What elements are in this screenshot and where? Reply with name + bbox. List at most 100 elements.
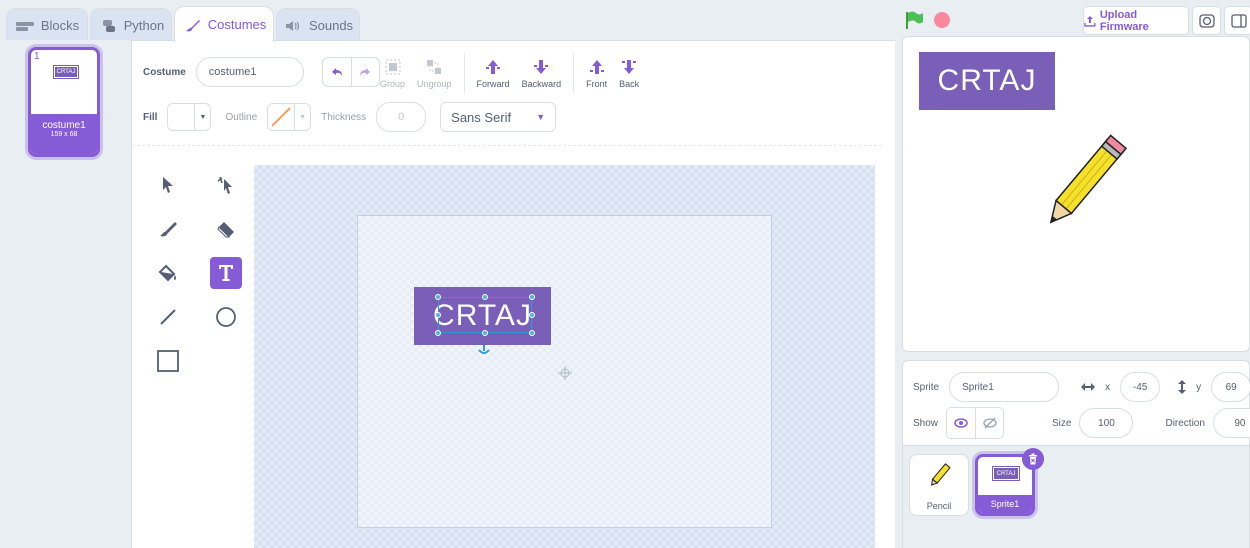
backward-label: Backward — [521, 78, 562, 89]
costume-footer: costume1 159 x 68 — [31, 114, 97, 154]
reshape-tool[interactable] — [210, 169, 242, 201]
tab-blocks[interactable]: Blocks — [6, 8, 88, 42]
brush-tool[interactable] — [152, 213, 184, 245]
stage-sprite-text[interactable]: CRTAJ — [919, 52, 1055, 110]
resize-handle[interactable] — [529, 330, 535, 336]
text-tool[interactable] — [210, 257, 242, 289]
back-button[interactable]: Back — [619, 58, 639, 89]
font-select[interactable]: Sans Serif ▼ — [440, 102, 557, 132]
stage[interactable]: CRTAJ — [902, 36, 1250, 352]
eraser-tool[interactable] — [210, 213, 242, 245]
direction-input[interactable]: 90 — [1212, 408, 1250, 438]
sprite-tray: Pencil CRTAJ Sprite1 — [903, 445, 1249, 548]
show-hidden-button[interactable] — [975, 408, 1003, 438]
arrow-icon — [163, 177, 173, 193]
horizontal-arrows-icon — [1081, 383, 1096, 391]
resize-handle[interactable] — [435, 294, 441, 300]
tab-bar: Blocks Python Costumes Sounds — [0, 0, 895, 42]
costume-thumbnail: CRTAJ — [53, 65, 79, 79]
sprite-name-input[interactable]: Sprite1 — [949, 372, 1060, 402]
chevron-down-icon: ▼ — [536, 112, 546, 122]
forward-button[interactable]: Forward — [477, 58, 510, 89]
select-tool[interactable] — [152, 169, 184, 201]
paint-editor: Costume costume1 Group Ungroup Forward B… — [132, 40, 895, 548]
resize-handle[interactable] — [482, 294, 488, 300]
rotate-handle-icon[interactable] — [477, 345, 491, 355]
costume-number: 1 — [34, 51, 40, 62]
redo-button[interactable] — [350, 58, 379, 86]
fill-color-picker[interactable]: ▼ — [167, 103, 212, 131]
paint-canvas[interactable]: CRTAJ — [254, 165, 875, 548]
toolbar-divider — [132, 145, 882, 146]
costume-name-input[interactable]: costume1 — [195, 57, 304, 87]
sprite-tile-name: Pencil — [926, 501, 952, 511]
group-label: Group — [380, 78, 406, 89]
outline-swatch — [268, 104, 295, 130]
selection-box[interactable] — [438, 297, 532, 333]
resize-handle[interactable] — [435, 312, 441, 318]
resize-handle[interactable] — [529, 312, 535, 318]
rectangle-icon — [157, 350, 179, 372]
fill-tool[interactable] — [152, 257, 184, 289]
stage-layout-button[interactable] — [1224, 6, 1250, 35]
font-select-value: Sans Serif — [451, 109, 512, 125]
trash-icon — [1029, 453, 1037, 465]
upload-firmware-button[interactable]: Upload Firmware — [1083, 6, 1189, 35]
show-visible-button[interactable] — [947, 408, 975, 438]
thickness-label: Thickness — [321, 111, 367, 123]
chevron-down-icon: ▼ — [294, 104, 310, 130]
speaker-icon — [285, 20, 300, 31]
costume-list: 1 CRTAJ costume1 159 x 68 — [0, 40, 132, 548]
rectangle-tool[interactable] — [152, 345, 184, 377]
thickness-input[interactable]: 0 — [376, 102, 427, 132]
brush-icon — [160, 222, 177, 237]
ungroup-icon — [427, 59, 442, 74]
camera-icon — [1198, 13, 1215, 28]
y-input[interactable]: 69 — [1211, 372, 1250, 402]
undo-redo-group — [321, 57, 380, 87]
tab-label: Sounds — [308, 18, 354, 33]
outline-color-picker[interactable]: ▼ — [267, 103, 312, 131]
group-button[interactable]: Group — [380, 58, 405, 89]
backward-button[interactable]: Backward — [521, 58, 562, 89]
resize-handle[interactable] — [435, 330, 441, 336]
fill-label: Fill — [143, 111, 158, 123]
sprite-tile-pencil[interactable]: Pencil — [909, 454, 969, 516]
pencil-sprite[interactable] — [1038, 129, 1128, 239]
blocks-icon — [15, 21, 34, 31]
forward-icon — [486, 59, 501, 74]
resize-handle[interactable] — [482, 330, 488, 336]
redo-icon — [360, 68, 371, 76]
camera-button[interactable] — [1192, 6, 1221, 35]
costume-item[interactable]: 1 CRTAJ costume1 159 x 68 — [28, 47, 100, 157]
tab-python[interactable]: Python — [90, 8, 172, 42]
artboard[interactable]: CRTAJ — [357, 215, 772, 528]
line-tool[interactable] — [152, 301, 184, 333]
size-label: Size — [1052, 417, 1072, 429]
pencil-thumbnail — [931, 463, 951, 486]
toolbar-divider — [463, 53, 465, 93]
chevron-down-icon: ▼ — [194, 104, 210, 130]
undo-icon — [331, 68, 342, 76]
size-input[interactable]: 100 — [1079, 408, 1134, 438]
tab-costumes[interactable]: Costumes — [174, 6, 274, 42]
reshape-icon — [217, 176, 232, 194]
resize-handle[interactable] — [529, 294, 535, 300]
sprite-tile-name: Sprite1 — [978, 495, 1032, 513]
stop-icon[interactable] — [934, 12, 950, 28]
green-flag-icon[interactable] — [904, 10, 924, 30]
ungroup-label: Ungroup — [417, 78, 452, 89]
ungroup-button[interactable]: Ungroup — [417, 58, 452, 89]
delete-sprite-button[interactable] — [1022, 448, 1044, 470]
y-label: y — [1196, 381, 1202, 393]
sprite-info-panel: Sprite Sprite1 x -45 y 69 Show Size 100 … — [902, 360, 1250, 548]
undo-button[interactable] — [323, 58, 351, 86]
circle-tool[interactable] — [210, 301, 242, 333]
costume-label: Costume — [143, 66, 186, 78]
tab-sounds[interactable]: Sounds — [276, 8, 360, 42]
toolbar-divider — [573, 53, 575, 93]
line-icon — [160, 309, 176, 325]
x-input[interactable]: -45 — [1120, 372, 1161, 402]
show-label: Show — [913, 417, 939, 429]
front-button[interactable]: Front — [586, 58, 607, 89]
